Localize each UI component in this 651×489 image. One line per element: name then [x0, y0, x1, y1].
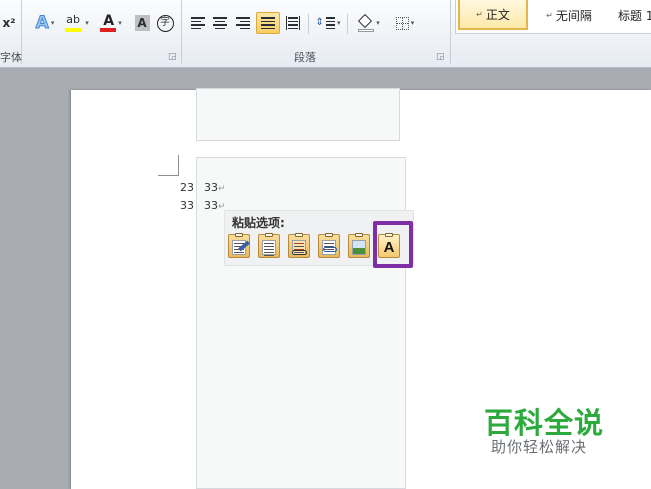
- font-color-swatch: [100, 28, 117, 32]
- text-effect-button[interactable]: A ▾: [30, 12, 60, 34]
- distributed-button[interactable]: [283, 12, 303, 34]
- enclose-characters-button[interactable]: 字: [155, 12, 175, 34]
- paint-bucket-icon: [358, 13, 375, 32]
- font-dialog-launcher-icon[interactable]: ◲: [168, 52, 177, 62]
- clipboard-clip-icon: [325, 233, 333, 237]
- separator: [450, 0, 451, 64]
- clipboard-clip-icon: [265, 233, 273, 237]
- text-box-main[interactable]: [196, 157, 406, 489]
- align-left-icon: [191, 17, 205, 29]
- separator: [308, 14, 309, 34]
- justify-button[interactable]: [256, 12, 280, 34]
- paste-options-title: 粘贴选项:: [232, 216, 285, 230]
- character-shading-icon: A: [134, 15, 150, 31]
- superscript-label: x²: [2, 16, 16, 30]
- paragraph-group-label: 段落: [294, 51, 316, 64]
- paste-keep-source-formatting-button[interactable]: [228, 233, 250, 258]
- line-text-value: 33: [204, 199, 218, 212]
- separator: [181, 0, 182, 64]
- text-effect-icon: A: [35, 13, 49, 34]
- borders-icon: [395, 16, 409, 30]
- dropdown-arrow-icon: ▾: [50, 19, 55, 27]
- margin-crop-mark: [158, 155, 179, 176]
- paragraph-mark-icon: ↵: [546, 10, 553, 20]
- highlight-icon-label: ab: [66, 13, 80, 26]
- justify-icon: [261, 17, 275, 29]
- superscript-button[interactable]: x²: [0, 12, 18, 34]
- style-heading-1[interactable]: 标题 1: [612, 0, 651, 30]
- dropdown-arrow-icon: ▾: [336, 19, 341, 27]
- separator: [347, 14, 348, 34]
- paste-use-destination-styles-button[interactable]: [288, 233, 310, 258]
- paragraph-dialog-launcher-icon[interactable]: ◲: [436, 52, 445, 62]
- text-box-top[interactable]: [196, 88, 400, 141]
- align-right-button[interactable]: [233, 12, 253, 34]
- line-number: 33: [180, 199, 194, 212]
- link-chain-icon: [292, 250, 307, 255]
- link-icon: [323, 247, 337, 252]
- picture-icon: [352, 240, 366, 255]
- align-right-icon: [236, 17, 250, 29]
- dropdown-arrow-icon: ▾: [118, 19, 122, 27]
- clipboard-clip-icon: [295, 233, 303, 237]
- dropdown-arrow-icon: ▾: [410, 19, 415, 27]
- character-shading-button[interactable]: A: [133, 12, 151, 34]
- align-left-button[interactable]: [188, 12, 208, 34]
- highlight-box: [373, 221, 413, 268]
- font-group-label: 字体: [0, 51, 22, 64]
- line-number: 23: [180, 181, 194, 194]
- enclose-characters-icon: 字: [156, 14, 174, 32]
- font-color-icon: A: [100, 13, 117, 33]
- highlight-swatch: [65, 28, 83, 32]
- clipboard-clip-icon: [355, 233, 363, 237]
- highlight-color-button[interactable]: ab ▾: [62, 12, 92, 34]
- style-no-spacing[interactable]: ↵ 无间隔: [533, 0, 605, 30]
- clipboard-paste-icon: [262, 240, 276, 256]
- line-text[interactable]: 33↵: [204, 199, 226, 212]
- borders-button[interactable]: ▾: [390, 12, 420, 34]
- align-center-button[interactable]: [210, 12, 230, 34]
- paste-picture-button[interactable]: [348, 233, 370, 258]
- style-normal[interactable]: ↵ 正文: [458, 0, 528, 30]
- dropdown-arrow-icon: ▾: [376, 19, 380, 27]
- align-center-icon: [213, 17, 227, 29]
- style-label: 正文: [485, 7, 510, 22]
- distributed-icon: [286, 16, 300, 30]
- watermark-subtitle: 助你轻松解决: [491, 438, 588, 456]
- line-text-value: 33: [204, 181, 218, 194]
- clipboard-clip-icon: [235, 233, 243, 237]
- dropdown-arrow-icon: ▾: [85, 19, 89, 27]
- shading-button[interactable]: ▾: [354, 12, 384, 34]
- style-label: 无间隔: [555, 8, 592, 23]
- font-color-icon-label: A: [103, 13, 115, 29]
- line-spacing-icon: ⇕: [316, 17, 335, 29]
- paste-link-button[interactable]: [318, 233, 340, 258]
- line-text[interactable]: 33↵: [204, 181, 226, 194]
- paragraph-mark: ↵: [218, 184, 226, 194]
- font-color-button[interactable]: A ▾: [96, 12, 126, 34]
- paste-merge-formatting-button[interactable]: [258, 233, 280, 258]
- style-label: 标题 1: [618, 8, 651, 23]
- paragraph-mark-icon: ↵: [476, 9, 483, 19]
- ribbon: x² A ▾ ab ▾ A ▾ A 字 字体 ◲ ⇕ ▾ ▾ ▾ 段落 ◲ ↵ …: [0, 0, 651, 68]
- highlight-icon: ab: [65, 13, 83, 33]
- line-spacing-button[interactable]: ⇕ ▾: [314, 12, 342, 34]
